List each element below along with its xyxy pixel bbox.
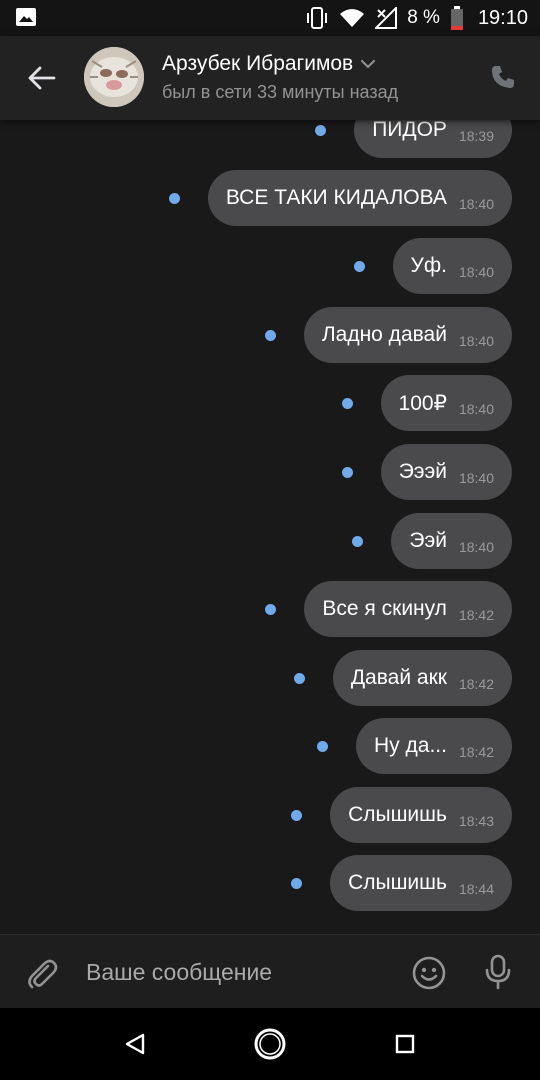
message-row: Слышишь 18:43 — [291, 787, 512, 843]
message-bubble[interactable]: 100₽ 18:40 — [380, 375, 512, 431]
message-row: ПИДОР 18:39 — [315, 120, 512, 158]
clock: 19:10 — [477, 6, 528, 29]
battery-low-icon — [450, 6, 463, 30]
message-row: Ээй 18:40 — [352, 513, 512, 569]
nav-back-button[interactable] — [115, 1024, 155, 1064]
call-button[interactable] — [486, 60, 520, 94]
chevron-down-icon — [361, 59, 376, 68]
message-time: 18:40 — [458, 539, 494, 555]
message-time: 18:42 — [458, 607, 494, 623]
message-time: 18:39 — [458, 128, 494, 144]
chat-header: Арзубек Ибрагимов был в сети 33 минуты н… — [0, 36, 540, 120]
unread-dot — [168, 192, 180, 204]
message-bubble[interactable]: ПИДОР 18:39 — [354, 120, 512, 158]
message-bubble[interactable]: Ээй 18:40 — [391, 513, 512, 569]
system-nav-bar — [0, 1008, 540, 1080]
status-bar: 8 % 19:10 — [0, 0, 540, 36]
back-arrow-icon — [28, 66, 56, 90]
message-time: 18:40 — [458, 470, 494, 486]
emoji-icon — [412, 956, 446, 990]
message-text: 100₽ — [398, 391, 447, 415]
phone-icon — [492, 66, 514, 88]
message-bubble[interactable]: Все я скинул 18:42 — [304, 581, 512, 637]
message-bubble[interactable]: Эээй 18:40 — [380, 444, 512, 500]
message-row: Эээй 18:40 — [341, 444, 512, 500]
message-time: 18:40 — [458, 196, 494, 212]
attach-button[interactable] — [22, 953, 62, 993]
message-time: 18:44 — [458, 881, 494, 897]
message-text: ПИДОР — [372, 120, 447, 141]
unread-dot — [317, 740, 329, 752]
contact-name[interactable]: Арзубек Ибрагимов — [162, 52, 376, 76]
unread-dot — [353, 260, 365, 272]
avatar[interactable] — [84, 47, 144, 107]
message-time: 18:42 — [458, 676, 494, 692]
unread-dot — [341, 466, 353, 478]
message-bubble[interactable]: Ну да... 18:42 — [356, 718, 512, 774]
message-text: Слышишь — [348, 871, 447, 894]
home-circle-icon — [254, 1028, 286, 1060]
nav-recents-button[interactable] — [385, 1024, 425, 1064]
no-signal-icon — [375, 7, 398, 29]
back-button[interactable] — [22, 58, 62, 98]
message-row: Слышишь 18:44 — [291, 855, 512, 911]
message-row: Ладно давай 18:40 — [264, 307, 512, 363]
message-row: Все я скинул 18:42 — [265, 581, 512, 637]
back-triangle-icon — [125, 1033, 145, 1055]
vibrate-icon — [307, 7, 328, 29]
message-bubble[interactable]: Давай акк 18:42 — [332, 650, 512, 706]
contact-name-text: Арзубек Ибрагимов — [162, 52, 354, 75]
message-time: 18:40 — [458, 333, 494, 349]
message-row: Уф. 18:40 — [353, 238, 512, 294]
message-time: 18:40 — [458, 401, 494, 417]
message-time: 18:42 — [458, 744, 494, 760]
message-bubble[interactable]: ВСЕ ТАКИ КИДАЛОВА 18:40 — [207, 170, 512, 226]
message-bubble[interactable]: Ладно давай 18:40 — [303, 307, 512, 363]
message-composer — [0, 934, 540, 1008]
wifi-icon — [340, 9, 365, 27]
emoji-button[interactable] — [409, 953, 449, 993]
message-row: ВСЕ ТАКИ КИДАЛОВА 18:40 — [168, 170, 512, 226]
unread-dot — [341, 397, 353, 409]
battery-percent: 8 % — [407, 7, 440, 28]
message-text: Давай акк — [350, 666, 447, 689]
unread-dot — [265, 603, 277, 615]
unread-dot — [291, 877, 303, 889]
message-text: Уф. — [410, 254, 447, 277]
microphone-button[interactable] — [478, 952, 518, 992]
microphone-icon — [485, 954, 511, 990]
recents-square-icon — [395, 1034, 415, 1054]
message-text: Слышишь — [348, 803, 447, 826]
message-row: Давай акк 18:42 — [293, 650, 512, 706]
message-time: 18:40 — [458, 264, 494, 280]
message-text: Все я скинул — [322, 597, 447, 620]
message-text: ВСЕ ТАКИ КИДАЛОВА — [225, 186, 447, 209]
unread-dot — [352, 535, 364, 547]
message-row: Ну да... 18:42 — [317, 718, 512, 774]
unread-dot — [291, 809, 303, 821]
unread-dot — [315, 124, 327, 136]
message-text: Ладно давай — [321, 323, 447, 346]
paperclip-icon — [28, 959, 58, 989]
message-text: Эээй — [398, 460, 447, 483]
message-row: 100₽ 18:40 — [341, 375, 512, 431]
message-input[interactable] — [86, 949, 386, 995]
message-bubble[interactable]: Слышишь 18:44 — [330, 855, 512, 911]
message-list[interactable]: ПИДОР 18:39 ВСЕ ТАКИ КИДАЛОВА 18:40 Уф. … — [0, 120, 540, 934]
message-bubble[interactable]: Слышишь 18:43 — [330, 787, 512, 843]
image-notification-icon — [16, 8, 36, 26]
unread-dot — [264, 329, 276, 341]
status-icons: 8 % 19:10 — [305, 0, 528, 36]
message-time: 18:43 — [458, 813, 494, 829]
message-text: Ээй — [409, 529, 447, 552]
message-text: Ну да... — [374, 734, 447, 757]
unread-dot — [293, 672, 305, 684]
avatar-image — [84, 47, 144, 107]
contact-status: был в сети 33 минуты назад — [162, 82, 399, 102]
message-bubble[interactable]: Уф. 18:40 — [392, 238, 512, 294]
nav-home-button[interactable] — [250, 1024, 290, 1064]
